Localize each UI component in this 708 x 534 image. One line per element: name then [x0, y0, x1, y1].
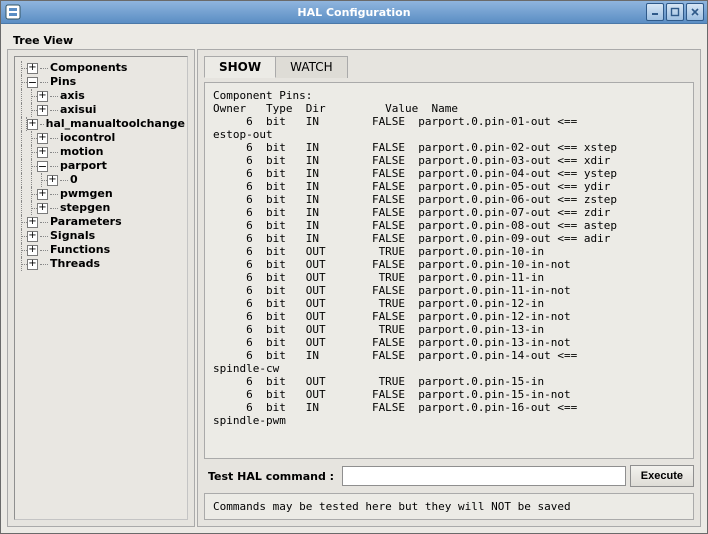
tree-item-label: Pins: [50, 75, 76, 89]
app-icon: [5, 4, 21, 23]
tree-item-label: parport: [60, 159, 107, 173]
window-title: HAL Configuration: [297, 6, 410, 19]
output-area: Component Pins: Owner Type Dir Value Nam…: [204, 82, 694, 459]
tree-item-label: stepgen: [60, 201, 110, 215]
tree-item-label: axisui: [60, 103, 96, 117]
tree-item[interactable]: motion: [17, 145, 185, 159]
collapse-icon[interactable]: [37, 161, 48, 172]
tree-item-label: axis: [60, 89, 85, 103]
tree-item[interactable]: Components: [17, 61, 185, 75]
minimize-button[interactable]: [646, 3, 664, 21]
expand-icon[interactable]: [27, 245, 38, 256]
tab-show[interactable]: SHOW: [204, 56, 276, 78]
expand-icon[interactable]: [27, 231, 38, 242]
tree-item-label: hal_manualtoolchange: [46, 117, 185, 131]
execute-button[interactable]: Execute: [630, 465, 694, 487]
expand-icon[interactable]: [37, 133, 48, 144]
tree-item[interactable]: Pins: [17, 75, 185, 89]
maximize-button[interactable]: [666, 3, 684, 21]
tree-item[interactable]: iocontrol: [17, 131, 185, 145]
titlebar: HAL Configuration: [1, 1, 707, 24]
expand-icon[interactable]: [27, 119, 37, 130]
expand-icon[interactable]: [47, 175, 58, 186]
tree-item[interactable]: 0: [17, 173, 185, 187]
tree-item-label: pwmgen: [60, 187, 113, 201]
tree[interactable]: ComponentsPinsaxisaxisuihal_manualtoolch…: [14, 56, 188, 520]
tree-item[interactable]: axis: [17, 89, 185, 103]
expand-icon[interactable]: [37, 105, 48, 116]
tree-item-label: Parameters: [50, 215, 122, 229]
expand-icon[interactable]: [37, 91, 48, 102]
tree-item[interactable]: Functions: [17, 243, 185, 257]
tree-item[interactable]: Signals: [17, 229, 185, 243]
expand-icon[interactable]: [27, 217, 38, 228]
tree-item-label: Components: [50, 61, 127, 75]
collapse-icon[interactable]: [27, 77, 38, 88]
expand-icon[interactable]: [37, 189, 48, 200]
tree-item-label: iocontrol: [60, 131, 115, 145]
tree-item[interactable]: parport: [17, 159, 185, 173]
tree-item-label: Threads: [50, 257, 100, 271]
tree-item-label: 0: [70, 173, 78, 187]
expand-icon[interactable]: [37, 147, 48, 158]
expand-icon[interactable]: [37, 203, 48, 214]
tree-item[interactable]: stepgen: [17, 201, 185, 215]
tree-item[interactable]: Parameters: [17, 215, 185, 229]
tree-item-label: motion: [60, 145, 103, 159]
detail-panel: SHOW WATCH Component Pins: Owner Type Di…: [197, 49, 701, 527]
command-label: Test HAL command :: [204, 470, 338, 483]
tree-item-label: Functions: [50, 243, 110, 257]
tree-item[interactable]: Threads: [17, 257, 185, 271]
hint-text: Commands may be tested here but they wil…: [204, 493, 694, 520]
tree-panel: ComponentsPinsaxisaxisuihal_manualtoolch…: [7, 49, 195, 527]
output-text: Component Pins: Owner Type Dir Value Nam…: [213, 89, 685, 427]
tab-watch[interactable]: WATCH: [275, 56, 348, 78]
tree-item-label: Signals: [50, 229, 95, 243]
expand-icon[interactable]: [27, 63, 38, 74]
tree-view-label: Tree View: [13, 34, 73, 47]
close-button[interactable]: [686, 3, 704, 21]
command-input[interactable]: [342, 466, 626, 486]
tabs: SHOW WATCH: [204, 56, 694, 78]
expand-icon[interactable]: [27, 259, 38, 270]
tree-item[interactable]: hal_manualtoolchange: [17, 117, 185, 131]
tree-item[interactable]: axisui: [17, 103, 185, 117]
tree-item[interactable]: pwmgen: [17, 187, 185, 201]
